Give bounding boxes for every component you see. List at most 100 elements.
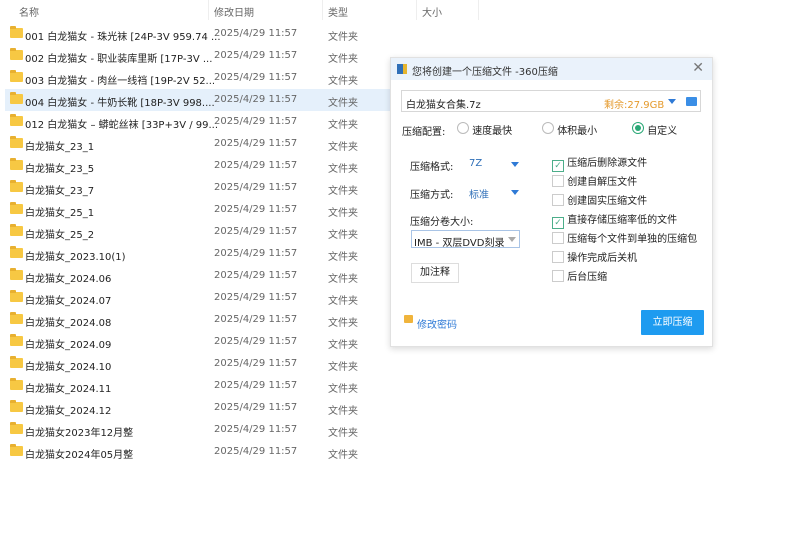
table-row[interactable]: 白龙猫女_2024.11 2025/4/29 11:57 文件夹 (5, 375, 390, 397)
file-date: 2025/4/29 11:57 (214, 336, 298, 347)
table-row[interactable]: 白龙猫女_25_2 2025/4/29 11:57 文件夹 (5, 221, 390, 243)
file-type: 文件夹 (328, 362, 358, 373)
table-row[interactable]: 白龙猫女_2024.12 2025/4/29 11:57 文件夹 (5, 397, 390, 419)
file-type: 文件夹 (328, 296, 358, 307)
format-label: 压缩格式: (410, 162, 454, 173)
table-row[interactable]: 004 白龙猫女 - 牛奶长靴 [18P-3V 998.... 2025/4/29… (5, 89, 390, 111)
lock-icon (404, 315, 413, 323)
checkbox[interactable] (552, 232, 564, 244)
file-date: 2025/4/29 11:57 (214, 138, 298, 149)
filename-value[interactable]: 白龙猫女合集.7z (406, 96, 481, 111)
file-name: 白龙猫女_2024.12 (25, 406, 112, 417)
table-row[interactable]: 白龙猫女_2024.08 2025/4/29 11:57 文件夹 (5, 309, 390, 331)
file-name: 白龙猫女2023年12月整 (25, 428, 134, 439)
file-date: 2025/4/29 11:57 (214, 446, 298, 457)
table-row[interactable]: 白龙猫女2023年12月整 2025/4/29 11:57 文件夹 (5, 419, 390, 441)
file-date: 2025/4/29 11:57 (214, 182, 298, 193)
chevron-down-icon (508, 237, 516, 242)
table-row[interactable]: 白龙猫女_2024.09 2025/4/29 11:57 文件夹 (5, 331, 390, 353)
file-date: 2025/4/29 11:57 (214, 270, 298, 281)
folder-icon (10, 136, 23, 148)
compress-now-button[interactable]: 立即压缩 (641, 310, 704, 335)
folder-icon (10, 48, 23, 60)
folder-icon (10, 158, 23, 170)
column-size[interactable]: 大小 (422, 4, 442, 19)
table-row[interactable]: 白龙猫女_2024.07 2025/4/29 11:57 文件夹 (5, 287, 390, 309)
table-row[interactable]: 001 白龙猫女 - 珠光袜 [24P-3V 959.74 ... 2025/4/… (5, 23, 390, 45)
file-type: 文件夹 (328, 142, 358, 153)
method-select[interactable]: 标准 (469, 186, 521, 201)
format-select[interactable]: 7Z (469, 158, 521, 169)
checkbox[interactable] (552, 175, 564, 187)
option-checkbox[interactable]: 创建固实压缩文件 (552, 194, 647, 209)
folder-icon[interactable] (686, 97, 697, 106)
table-row[interactable]: 012 白龙猫女 – 蟒蛇丝袜 [33P+3V / 99... 2025/4/29… (5, 111, 390, 133)
file-date: 2025/4/29 11:57 (214, 28, 298, 39)
option-checkbox[interactable]: 创建自解压文件 (552, 175, 637, 190)
table-row[interactable]: 003 白龙猫女 - 肉丝一线裆 [19P-2V 52... 2025/4/29 … (5, 67, 390, 89)
file-name: 白龙猫女_2024.06 (25, 274, 112, 285)
file-date: 2025/4/29 11:57 (214, 160, 298, 171)
file-type: 文件夹 (328, 54, 358, 65)
volume-select[interactable]: IMB - 双层DVD刻录 (411, 230, 520, 249)
close-icon[interactable]: ✕ (692, 60, 704, 76)
option-checkbox[interactable]: ✓ 直接存储压缩率低的文件 (552, 213, 677, 229)
table-row[interactable]: 白龙猫女_2023.10(1) 2025/4/29 11:57 文件夹 (5, 243, 390, 265)
checkbox[interactable]: ✓ (552, 217, 564, 229)
file-name: 白龙猫女_23_7 (25, 186, 95, 197)
column-type[interactable]: 类型 (328, 4, 348, 19)
table-row[interactable]: 白龙猫女_23_5 2025/4/29 11:57 文件夹 (5, 155, 390, 177)
dialog-titlebar[interactable]: 您将创建一个压缩文件 -360压缩 ✕ (391, 58, 712, 80)
folder-icon (10, 312, 23, 324)
option-checkbox[interactable]: 后台压缩 (552, 270, 607, 285)
file-type: 文件夹 (328, 428, 358, 439)
column-date[interactable]: 修改日期 (214, 4, 254, 19)
checkbox[interactable] (552, 270, 564, 282)
radio-custom[interactable]: 自定义 (632, 122, 677, 137)
file-date: 2025/4/29 11:57 (214, 292, 298, 303)
chevron-down-icon (511, 162, 519, 167)
file-name: 001 白龙猫女 - 珠光袜 [24P-3V 959.74 ... (25, 32, 221, 43)
table-row[interactable]: 002 白龙猫女 - 职业装库里斯 [17P-3V ... 2025/4/29 1… (5, 45, 390, 67)
folder-icon (10, 444, 23, 456)
checkbox[interactable]: ✓ (552, 160, 564, 172)
table-row[interactable]: 白龙猫女2024年05月整 2025/4/29 11:57 文件夹 (5, 441, 390, 463)
add-comment-button[interactable]: 加注释 (411, 263, 459, 283)
radio-fastest[interactable]: 速度最快 (457, 122, 512, 137)
option-checkbox[interactable]: 压缩每个文件到单独的压缩包 (552, 232, 697, 247)
change-password-link[interactable]: 修改密码 (417, 316, 457, 331)
table-row[interactable]: 白龙猫女_23_1 2025/4/29 11:57 文件夹 (5, 133, 390, 155)
file-type: 文件夹 (328, 318, 358, 329)
folder-icon (10, 114, 23, 126)
option-checkbox[interactable]: ✓ 压缩后删除源文件 (552, 156, 647, 172)
chevron-down-icon[interactable] (668, 99, 676, 104)
folder-icon (10, 290, 23, 302)
folder-icon (10, 268, 23, 280)
file-name: 004 白龙猫女 - 牛奶长靴 [18P-3V 998.... (25, 98, 215, 109)
file-date: 2025/4/29 11:57 (214, 50, 298, 61)
file-name: 白龙猫女_2024.08 (25, 318, 112, 329)
option-label: 创建固实压缩文件 (567, 196, 648, 207)
file-name: 白龙猫女_2024.07 (25, 296, 112, 307)
table-row[interactable]: 白龙猫女_25_1 2025/4/29 11:57 文件夹 (5, 199, 390, 221)
option-label: 压缩每个文件到单独的压缩包 (567, 234, 698, 245)
free-space: 剩余:27.9GB (604, 100, 665, 111)
checkbox[interactable] (552, 194, 564, 206)
table-row[interactable]: 白龙猫女_23_7 2025/4/29 11:57 文件夹 (5, 177, 390, 199)
file-type: 文件夹 (328, 120, 358, 131)
file-name: 白龙猫女_2024.10 (25, 362, 112, 373)
option-checkbox[interactable]: 操作完成后关机 (552, 251, 637, 266)
file-type: 文件夹 (328, 340, 358, 351)
dialog-title: 您将创建一个压缩文件 -360压缩 (412, 67, 558, 78)
filename-input[interactable]: 白龙猫女合集.7z 剩余:27.9GB (401, 90, 701, 112)
column-name[interactable]: 名称 (19, 4, 39, 19)
app-icon (397, 64, 407, 74)
file-name: 白龙猫女_2023.10(1) (25, 252, 126, 263)
file-date: 2025/4/29 11:57 (214, 424, 298, 435)
checkbox[interactable] (552, 251, 564, 263)
file-date: 2025/4/29 11:57 (214, 248, 298, 259)
radio-smallest[interactable]: 体积最小 (542, 122, 597, 137)
table-row[interactable]: 白龙猫女_2024.10 2025/4/29 11:57 文件夹 (5, 353, 390, 375)
option-label: 操作完成后关机 (567, 253, 638, 264)
table-row[interactable]: 白龙猫女_2024.06 2025/4/29 11:57 文件夹 (5, 265, 390, 287)
